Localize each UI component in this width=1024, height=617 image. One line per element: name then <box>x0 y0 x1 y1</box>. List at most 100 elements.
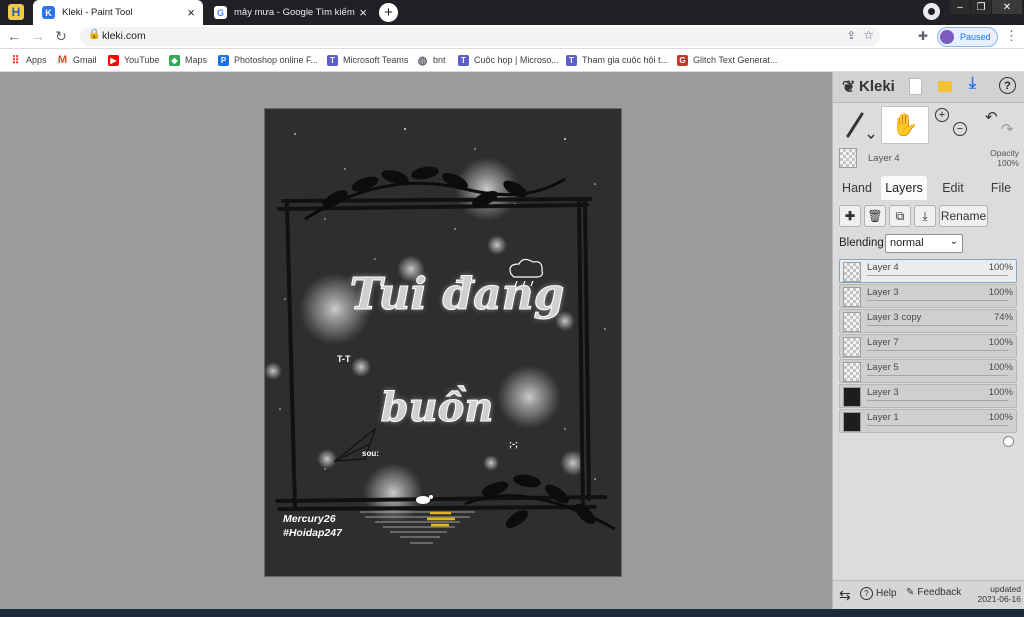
duplicate-layer-button[interactable]: ⧉ <box>889 205 911 227</box>
tab-layers[interactable]: Layers <box>881 176 927 200</box>
tab-title: mây mưa - Google Tìm kiếm <box>234 7 355 18</box>
menu-dots-icon[interactable]: ⋮ <box>1005 28 1018 44</box>
undo-redo-button[interactable]: ↶ ↷ <box>981 108 1021 142</box>
avatar <box>940 30 954 44</box>
profile-button[interactable]: Paused <box>937 27 998 47</box>
layer-opacity-slider[interactable] <box>867 400 1014 422</box>
bookmark-gmail[interactable]: M Gmail <box>57 53 97 67</box>
slider-handle[interactable] <box>1003 436 1014 447</box>
tab-kleki[interactable]: K Kleki - Paint Tool × <box>33 0 203 25</box>
layer-thumbnail <box>843 387 861 407</box>
artwork-side-text: sou: <box>362 449 379 458</box>
bookmark-tham-gia[interactable]: T Tham gia cuộc hội t... <box>566 53 668 67</box>
bookmark-cuoc-hop[interactable]: T Cuộc họp | Microso... <box>458 53 559 67</box>
browser-logo-icon: H <box>8 4 24 20</box>
plus-icon: + <box>384 4 393 21</box>
help-button[interactable]: ? Help <box>860 587 897 600</box>
download-icon[interactable]: ⤓ <box>969 75 976 93</box>
brush-icon <box>846 112 875 140</box>
layer-opacity-slider[interactable] <box>867 350 1014 372</box>
kleki-icon: K <box>42 6 55 19</box>
blending-label: Blending <box>839 237 884 249</box>
new-image-icon[interactable] <box>909 78 922 95</box>
add-layer-button[interactable]: ✚ <box>839 205 861 227</box>
media-control-icon[interactable] <box>923 3 940 20</box>
teams-icon: T <box>458 54 469 66</box>
drawing-stage[interactable]: Tui đang buồn T-T ;-; sou: Mercury26 #Ho… <box>0 72 832 609</box>
star-icon[interactable]: ☆ <box>863 28 874 42</box>
chevron-down-icon: ⌄ <box>949 236 958 247</box>
layer-item[interactable]: Layer 7 100% <box>839 334 1017 372</box>
layer-item[interactable]: Layer 3 copy 74% <box>839 309 1017 347</box>
profile-status: Paused <box>960 32 991 42</box>
layer-item[interactable]: Layer 3 100% <box>839 384 1017 422</box>
hand-tool-button[interactable]: ✋ <box>881 106 929 144</box>
kleki-header: ❦ Kleki ⤓ ? <box>833 72 1024 103</box>
tab-google-search[interactable]: G mây mưa - Google Tìm kiếm × <box>205 0 375 25</box>
hand-icon: ✋ <box>891 112 919 137</box>
bookmark-maps[interactable]: ◆ Maps <box>169 53 207 67</box>
address-bar[interactable]: 🔒 kleki.com ⇪ ☆ <box>80 27 880 46</box>
artwork-credit-name: Mercury26 <box>283 513 336 525</box>
bokeh-light <box>483 455 499 471</box>
kleki-logo: Kleki <box>859 78 895 95</box>
bookmark-photoshop[interactable]: P Photoshop online F... <box>218 53 318 67</box>
reload-button[interactable]: ↻ <box>53 28 69 44</box>
tab-file[interactable]: File <box>981 176 1021 200</box>
layer-item[interactable]: Layer 1 100% <box>839 409 1017 447</box>
teams-icon: T <box>327 54 338 66</box>
layer-opacity-slider[interactable] <box>867 300 1014 322</box>
forward-button[interactable]: → <box>30 28 46 44</box>
layer-item[interactable]: Layer 5 100% <box>839 359 1017 397</box>
trash-icon: 🗑 <box>867 209 883 223</box>
help-circle-icon[interactable]: ? <box>999 77 1016 94</box>
bokeh-light <box>487 235 507 255</box>
bookmark-bnt[interactable]: ◍ bnt <box>417 53 446 67</box>
back-button[interactable]: ← <box>6 28 22 44</box>
feedback-button[interactable]: ✎ Feedback <box>906 587 961 598</box>
bookmark-apps[interactable]: ⠿ Apps <box>10 53 46 67</box>
artwork-graphics <box>265 128 616 544</box>
bookmark-glitch[interactable]: G Glitch Text Generat... <box>677 53 777 67</box>
brush-tool-button[interactable] <box>838 106 878 142</box>
tab-edit[interactable]: Edit <box>933 176 973 200</box>
canvas-artboard[interactable]: Tui đang buồn T-T ;-; sou: Mercury26 #Ho… <box>265 109 621 576</box>
bookmarks-bar: ⠿ Apps M Gmail ▶ YouTube ◆ Maps P Photos… <box>0 49 1024 72</box>
maps-icon: ◆ <box>169 54 180 66</box>
tab-hand[interactable]: Hand <box>837 176 877 200</box>
kleki-side-panel: ❦ Kleki ⤓ ? ✋ + − ↶ ↷ Layer 4 Opacity 10… <box>832 72 1024 610</box>
zoom-button[interactable]: + − <box>933 108 973 142</box>
share-icon[interactable]: ⇪ <box>847 29 856 42</box>
open-folder-icon[interactable] <box>938 81 952 92</box>
extensions-icon[interactable]: ✚ <box>918 29 928 43</box>
minimize-button[interactable]: – <box>950 0 970 14</box>
delete-layer-button[interactable]: 🗑 <box>864 205 886 227</box>
new-tab-button[interactable]: + <box>379 3 398 22</box>
close-icon[interactable]: × <box>359 5 367 20</box>
layer-opacity-slider[interactable] <box>867 425 1014 447</box>
restore-button[interactable]: ❐ <box>971 0 991 14</box>
photoshop-icon: P <box>218 54 229 66</box>
close-icon[interactable]: × <box>187 5 195 20</box>
layer-thumbnail <box>843 412 861 432</box>
layer-item[interactable]: Layer 3 100% <box>839 284 1017 322</box>
layer-thumbnail <box>843 362 861 382</box>
rename-layer-button[interactable]: Rename <box>939 205 988 227</box>
feedback-icon: ✎ <box>906 587 915 598</box>
swap-side-button[interactable]: ⇆ <box>839 587 851 604</box>
layer-item[interactable]: Layer 4 100% <box>839 259 1017 297</box>
bookmark-youtube[interactable]: ▶ YouTube <box>108 53 159 67</box>
merge-layer-button[interactable]: ⤓ <box>914 205 936 227</box>
layer-opacity-slider[interactable] <box>867 375 1014 397</box>
apps-grid-icon: ⠿ <box>11 54 20 67</box>
bookmark-teams[interactable]: T Microsoft Teams <box>327 53 408 67</box>
window-close-button[interactable]: ✕ <box>992 0 1022 14</box>
google-icon: G <box>214 6 227 19</box>
updated-date: updated 2021-06-16 <box>977 584 1021 604</box>
merge-down-icon: ⤓ <box>922 208 928 223</box>
layer-opacity-slider[interactable] <box>867 275 1014 297</box>
layer-opacity-slider[interactable] <box>867 325 1008 347</box>
glitch-icon: G <box>677 54 688 66</box>
blending-select[interactable]: normal ⌄ <box>885 234 963 253</box>
tab-title: Kleki - Paint Tool <box>62 7 133 18</box>
